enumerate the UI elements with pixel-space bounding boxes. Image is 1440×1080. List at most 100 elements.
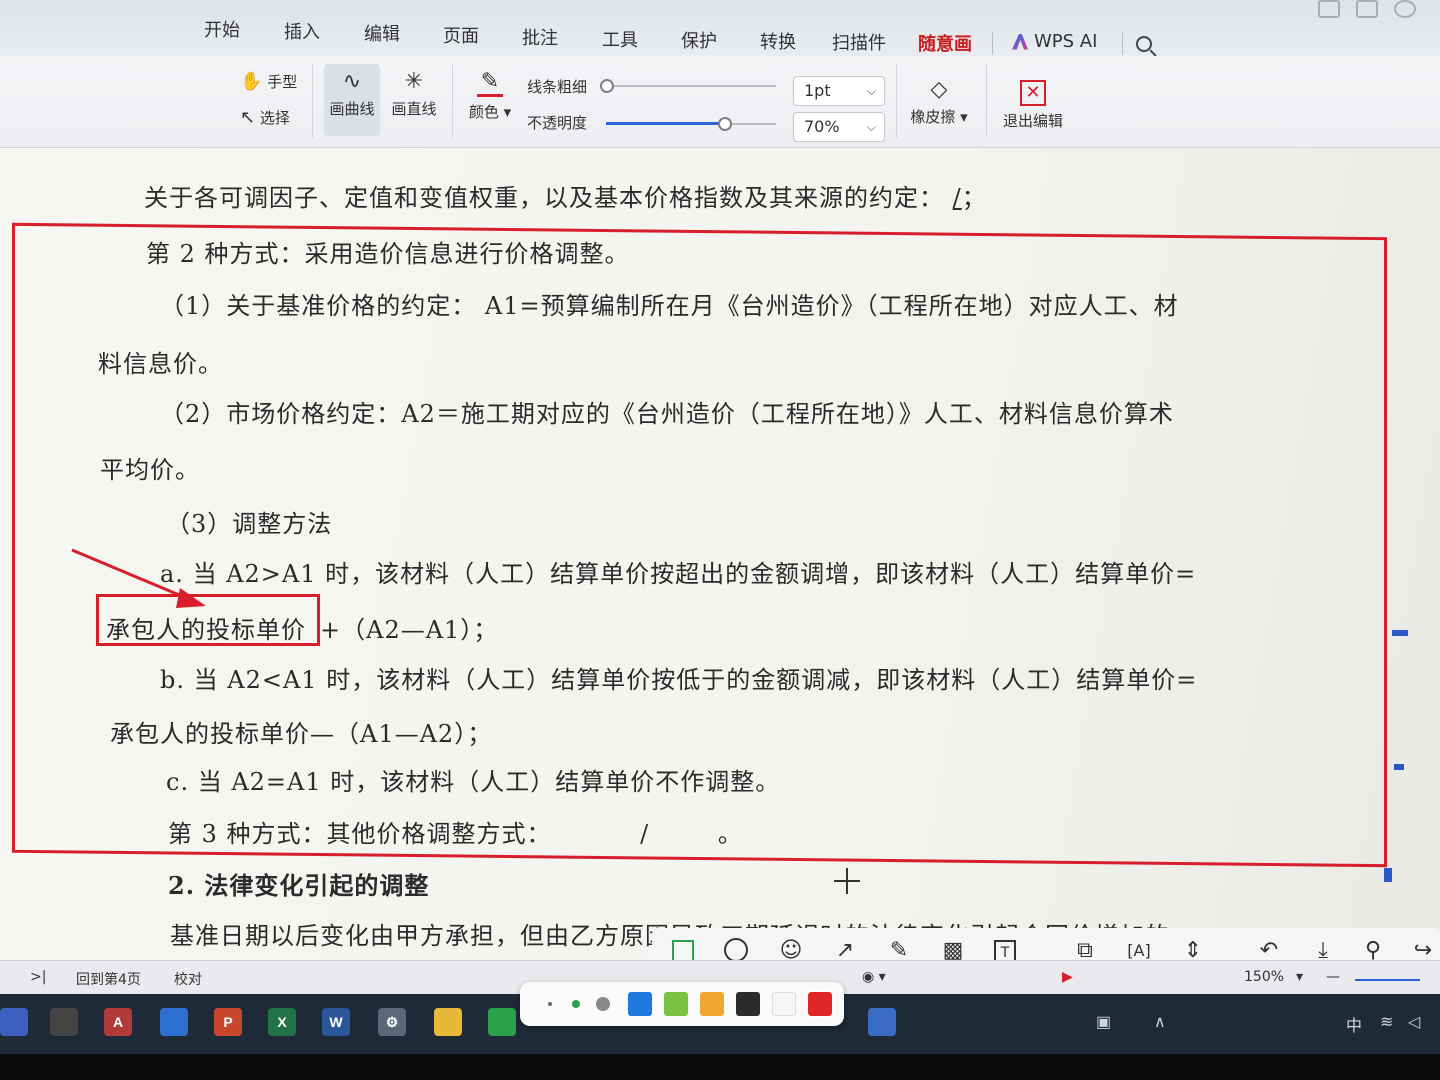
annotation-arrow[interactable] — [0, 148, 340, 668]
tab-page[interactable]: 页面 — [443, 22, 479, 48]
thickness-select[interactable]: 1pt ⌵ — [793, 76, 885, 106]
window-control-icon[interactable] — [1394, 0, 1416, 18]
ribbon-separator — [986, 64, 987, 138]
monitor-bezel — [0, 1054, 1440, 1080]
hand-tool-label: 手型 — [267, 73, 298, 91]
app-icon[interactable] — [50, 1008, 78, 1036]
opacity-label: 不透明度 — [527, 114, 588, 132]
arrow-shaft — [71, 548, 197, 604]
select-tool-label: 选择 — [259, 109, 290, 127]
zoom-out-icon[interactable]: — — [1326, 969, 1340, 985]
ribbon-separator — [452, 64, 453, 138]
excel-app-icon[interactable]: X — [268, 1008, 296, 1036]
color-swatch-green[interactable] — [664, 992, 688, 1016]
opacity-slider[interactable] — [606, 117, 776, 131]
powerpoint-app-icon[interactable]: P — [214, 1008, 242, 1036]
eye-icon[interactable]: ◉ ▾ — [862, 969, 886, 985]
tab-scan[interactable]: 扫描件 — [832, 29, 886, 55]
thickness-label: 线条粗细 — [527, 78, 588, 96]
chevron-down-icon: ⌵ — [866, 84, 876, 98]
opacity-slider-knob[interactable] — [718, 117, 732, 131]
hand-tool-button[interactable]: ✋ 手型 — [240, 70, 297, 94]
ribbon-separator — [312, 64, 313, 138]
pen-size-medium[interactable] — [572, 1000, 580, 1008]
pen-size-small[interactable] — [548, 1002, 552, 1006]
color-swatch-orange[interactable] — [700, 992, 724, 1016]
start-icon[interactable] — [0, 1008, 28, 1036]
cursor-icon: ↖ — [240, 107, 256, 128]
close-box-icon: ✕ — [1020, 80, 1046, 106]
color-label: 颜色 ▾ — [468, 103, 512, 121]
thickness-slider[interactable] — [600, 79, 776, 93]
tray-app-icon[interactable]: ▣ — [1096, 1012, 1111, 1032]
folder-app-icon[interactable] — [434, 1008, 462, 1036]
zoom-level[interactable]: 150% — [1244, 969, 1284, 985]
window-control-icon[interactable] — [1318, 0, 1340, 18]
draw-curve-label: 画曲线 — [329, 100, 375, 118]
word-app-icon[interactable]: W — [322, 1008, 350, 1036]
draw-curve-button[interactable]: ∿ 画曲线 — [324, 64, 380, 136]
eraser-button[interactable]: ◇ 橡皮擦 ▾ — [906, 78, 972, 127]
margin-ink-mark — [1394, 764, 1404, 770]
eraser-label: 橡皮擦 ▾ — [910, 108, 968, 126]
wechat-app-icon[interactable] — [488, 1008, 516, 1036]
tab-insert[interactable]: 插入 — [284, 18, 320, 44]
opacity-value: 70% — [804, 117, 840, 136]
proofread-button[interactable]: 校对 — [174, 969, 202, 989]
arrow-head — [176, 588, 206, 608]
sparkle-line-icon: ✳ — [404, 69, 424, 94]
margin-ink-mark — [1392, 630, 1408, 636]
eraser-icon: ◇ — [930, 77, 948, 102]
app-icon[interactable] — [160, 1008, 188, 1036]
chevron-down-icon[interactable]: ▾ — [1296, 969, 1303, 985]
tab-separator — [992, 32, 993, 54]
video-icon[interactable]: ▶ — [1062, 969, 1073, 985]
access-app-icon[interactable]: A — [104, 1008, 132, 1036]
hand-icon: ✋ — [240, 71, 263, 92]
tab-start[interactable]: 开始 — [204, 16, 240, 42]
wps-ai-button[interactable]: WPS AI — [1012, 31, 1097, 52]
zoom-slider[interactable] — [1355, 979, 1420, 981]
color-swatch-red[interactable] — [806, 990, 834, 1018]
window-control-icon[interactable] — [1356, 0, 1378, 18]
tab-edit[interactable]: 编辑 — [364, 20, 400, 46]
ribbon-separator — [896, 64, 897, 138]
circle-tool-icon[interactable] — [724, 938, 748, 962]
text-tool-icon[interactable]: T — [994, 940, 1016, 962]
tab-convert[interactable]: 转换 — [760, 28, 796, 54]
menu-bar: 开始 插入 编辑 页面 批注 工具 保护 转换 扫描件 随意画 WPS AI — [0, 0, 1440, 60]
chevron-down-icon: ⌵ — [866, 120, 876, 134]
exit-edit-button[interactable]: ✕ 退出编辑 — [998, 80, 1068, 131]
input-method-icon[interactable]: 中 — [1346, 1012, 1362, 1036]
thickness-slider-knob[interactable] — [600, 79, 614, 93]
settings-app-icon[interactable]: ⚙ — [378, 1008, 406, 1036]
goto-page-button[interactable]: 回到第4页 — [76, 969, 141, 989]
color-palette — [520, 982, 844, 1026]
color-swatch-blue[interactable] — [628, 992, 652, 1016]
tab-protect[interactable]: 保护 — [681, 27, 717, 53]
app-icon[interactable] — [868, 1008, 896, 1036]
color-button[interactable]: ✎ 颜色 ▾ — [466, 70, 514, 122]
curve-icon: ∿ — [342, 69, 362, 94]
volume-icon[interactable]: ◁ — [1408, 1012, 1420, 1032]
ribbon-toolbar: ✋ 手型 ↖ 选择 ∿ 画曲线 ✳ 画直线 ✎ 颜色 ▾ 线条粗细 不透明度 1… — [0, 56, 1440, 148]
document-page[interactable]: 关于各可调因子、定值和变值权重，以及基本价格指数及其来源的约定： /； 第 2 … — [0, 148, 1440, 960]
tab-comment[interactable]: 批注 — [522, 24, 558, 50]
rectangle-tool-icon[interactable] — [672, 940, 694, 962]
wps-ai-logo-icon — [1012, 33, 1028, 50]
select-tool-button[interactable]: ↖ 选择 — [240, 106, 290, 130]
pen-icon: ✎ — [476, 70, 504, 97]
last-page-icon[interactable]: >| — [30, 969, 46, 985]
color-swatch-black[interactable] — [736, 992, 760, 1016]
pen-size-large[interactable] — [596, 997, 610, 1011]
tray-expand-icon[interactable]: ∧ — [1154, 1012, 1166, 1032]
wps-ai-label: WPS AI — [1034, 31, 1098, 52]
tab-tools[interactable]: 工具 — [602, 26, 638, 52]
wifi-icon[interactable]: ≋ — [1380, 1012, 1393, 1032]
exit-edit-label: 退出编辑 — [1002, 112, 1063, 130]
opacity-select[interactable]: 70% ⌵ — [793, 112, 885, 142]
search-icon[interactable] — [1136, 36, 1152, 52]
opacity-slider-fill — [606, 122, 725, 125]
color-swatch-white[interactable] — [772, 992, 796, 1016]
draw-line-button[interactable]: ✳ 画直线 — [386, 70, 442, 119]
